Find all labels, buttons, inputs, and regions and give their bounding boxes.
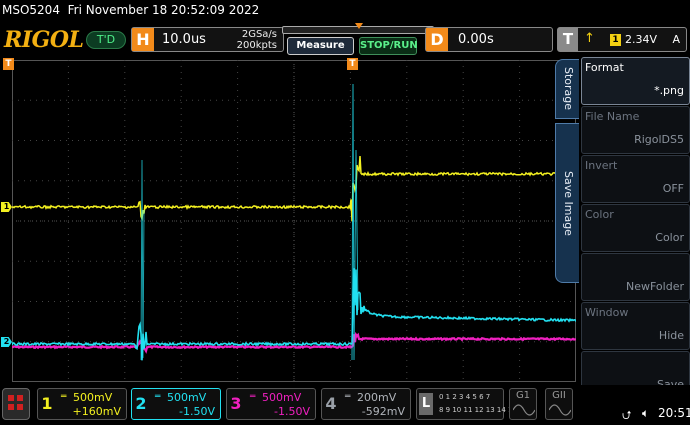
channel-scale: 200mV xyxy=(357,391,397,404)
save-image-menu: Storage Save Image Format *.png File Nam… xyxy=(555,55,690,400)
delay-label: D xyxy=(426,28,448,51)
sine-wave-icon xyxy=(513,404,535,416)
channel-2-control[interactable]: 2 ═ 500mV -1.50V xyxy=(131,388,221,420)
channel-offset: -592mV xyxy=(361,405,405,418)
ch1-offset-marker-icon[interactable]: 1 xyxy=(1,202,12,212)
channel-number: 3 xyxy=(230,394,242,413)
digital-channels-row-2: 8 9 10 11 12 13 14 15 xyxy=(439,406,517,414)
acquisition-info: 2GSa/s 200kpts xyxy=(237,29,277,51)
channel-offset: -1.50V xyxy=(179,405,215,418)
channel-offset: +160mV xyxy=(72,405,121,418)
logic-analyzer-control[interactable]: L 0 1 2 3 4 5 6 7 8 9 10 11 12 13 14 15 xyxy=(416,388,517,420)
delay-control[interactable]: D 0.00s xyxy=(425,27,553,52)
measure-button[interactable]: Measure xyxy=(287,37,354,55)
horizontal-label: H xyxy=(132,28,154,51)
model-name: MSO5204 xyxy=(2,3,60,17)
trigger-control[interactable]: T ↑ 1 2.34V A xyxy=(557,27,687,52)
dc-coupling-icon: ═ xyxy=(155,392,161,402)
sine-wave-icon xyxy=(549,404,571,416)
ch2-offset-marker-icon[interactable]: 2 xyxy=(1,337,12,347)
channel-1-control[interactable]: 1 ═ 500mV +160mV xyxy=(37,388,127,420)
menu-item-file-name[interactable]: File Name RigolDS5 xyxy=(581,106,690,154)
menu-grid-icon xyxy=(17,395,23,401)
stop-run-button[interactable]: STOP/RUN xyxy=(359,37,418,55)
memory-depth: 200kpts xyxy=(236,40,277,51)
trigger-mode: A xyxy=(672,33,680,46)
generator-2-control[interactable]: GII xyxy=(545,388,573,420)
date-time: Fri November 18 20:52:09 2022 xyxy=(67,3,260,17)
waveform-canvas xyxy=(12,60,576,382)
trigger-level: 2.34V xyxy=(625,33,658,46)
dc-coupling-icon: ═ xyxy=(345,392,351,402)
generator-1-label: G1 xyxy=(515,390,531,401)
trigger-delay-marker-icon[interactable]: T xyxy=(3,58,14,70)
system-clock: 20:51 xyxy=(658,406,690,420)
model-date-text: MSO5204 Fri November 18 20:52:09 2022 xyxy=(2,3,259,17)
dc-coupling-icon: ═ xyxy=(61,392,67,402)
rigol-logo: RIGOL xyxy=(4,27,84,53)
trigger-source: 1 xyxy=(610,34,621,46)
memory-position-marker-icon xyxy=(355,23,363,29)
menu-item-invert[interactable]: Invert OFF xyxy=(581,155,690,203)
speaker-icon[interactable]: 🔈︎ xyxy=(642,406,649,421)
trigger-position-marker-icon[interactable]: T xyxy=(347,58,358,70)
ch2-glitch-spike xyxy=(140,159,145,361)
rising-edge-icon: ↑ xyxy=(584,31,595,46)
menu-item-window[interactable]: Window Hide xyxy=(581,302,690,350)
channel-number: 4 xyxy=(325,394,337,413)
trigger-label: T xyxy=(558,28,578,51)
delay-value: 0.00s xyxy=(458,32,494,47)
generator-2-label: GII xyxy=(552,390,566,401)
channel-number: 1 xyxy=(41,394,53,413)
main-menu-button[interactable] xyxy=(2,388,30,420)
sample-rate: 2GSa/s xyxy=(241,29,277,40)
memory-position-bar xyxy=(282,23,434,34)
menu-grid-icon xyxy=(8,395,14,401)
horizontal-timebase-control[interactable]: H 10.0us 2GSa/s 200kpts xyxy=(131,27,284,52)
channel-scale: 500mV xyxy=(262,391,302,404)
channel-number: 2 xyxy=(135,394,147,413)
menu-grid-icon xyxy=(17,404,23,410)
trigger-status-badge: T'D xyxy=(86,31,126,49)
tab-save-image[interactable]: Save Image xyxy=(555,123,579,283)
channel-offset: -1.50V xyxy=(274,405,310,418)
menu-item-new-folder[interactable]: NewFolder xyxy=(581,253,690,301)
digital-channels-row-1: 0 1 2 3 4 5 6 7 xyxy=(439,393,491,401)
channel-scale: 500mV xyxy=(167,391,207,404)
timebase-value: 10.0us xyxy=(162,32,206,47)
generator-1-control[interactable]: G1 xyxy=(509,388,537,420)
usb-icon: ⮍ xyxy=(622,408,632,422)
logic-analyzer-label: L xyxy=(419,393,433,415)
menu-grid-icon xyxy=(8,404,14,410)
channel-3-control[interactable]: 3 ═ 500mV -1.50V xyxy=(226,388,316,420)
menu-item-format[interactable]: Format *.png xyxy=(581,57,690,105)
dc-coupling-icon: ═ xyxy=(250,392,256,402)
channel-4-control[interactable]: 4 ═ 200mV -592mV xyxy=(321,388,411,420)
waveform-display[interactable] xyxy=(12,60,576,382)
menu-item-color[interactable]: Color Color xyxy=(581,204,690,252)
tab-storage[interactable]: Storage xyxy=(555,59,579,119)
channel-scale: 500mV xyxy=(73,391,113,404)
top-status-bar: MSO5204 Fri November 18 20:52:09 2022 RI… xyxy=(0,0,690,58)
